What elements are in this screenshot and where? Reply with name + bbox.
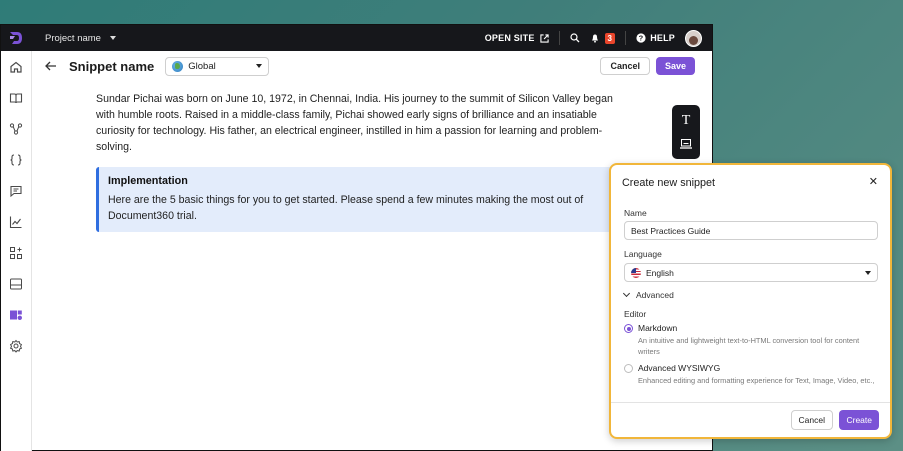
settings-icon[interactable] — [9, 339, 23, 353]
dialog-footer: Cancel Create — [611, 402, 890, 437]
help-label: HELP — [650, 33, 675, 43]
name-label: Name — [624, 208, 647, 218]
comment-icon[interactable] — [9, 184, 23, 198]
avatar[interactable] — [685, 29, 702, 47]
snippet-icon[interactable] — [9, 308, 23, 322]
radio-button[interactable] — [624, 364, 633, 373]
book-icon[interactable] — [9, 91, 23, 105]
scope-value: Global — [188, 60, 216, 72]
editor-header: Snippet name Global Cancel Save — [32, 51, 712, 81]
editor-option-wysiwyg[interactable]: Advanced WYSIWYG Enhanced editing and fo… — [624, 363, 886, 386]
save-button[interactable]: Save — [655, 57, 695, 75]
laptop-icon[interactable] — [679, 138, 693, 150]
editor-label: Editor — [624, 309, 647, 319]
globe-icon — [172, 60, 184, 72]
info-callout: Implementation Here are the 5 basic thin… — [96, 167, 642, 232]
search-icon[interactable] — [569, 33, 580, 43]
language-dropdown[interactable]: English — [624, 263, 878, 282]
bell-icon[interactable] — [590, 33, 600, 43]
open-site-link[interactable]: OPEN SITE — [485, 33, 549, 43]
svg-text:?: ? — [639, 34, 644, 43]
advanced-toggle[interactable]: Advanced — [622, 289, 674, 300]
page-title: Snippet name — [69, 58, 155, 74]
project-name: Project name — [45, 32, 101, 44]
snippet-content[interactable]: Sundar Pichai was born on June 10, 1972,… — [96, 91, 642, 232]
home-icon[interactable] — [9, 60, 23, 74]
create-button[interactable]: Create — [839, 410, 879, 430]
name-input[interactable]: Best Practices Guide — [624, 221, 878, 240]
sidebar — [1, 51, 32, 451]
option-description: Enhanced editing and formatting experien… — [638, 376, 875, 385]
close-icon[interactable]: ✕ — [869, 177, 878, 188]
divider — [625, 31, 627, 45]
option-title: Advanced WYSIWYG — [638, 363, 721, 373]
external-link-icon — [539, 33, 549, 43]
drive-icon[interactable] — [9, 277, 23, 291]
callout-title: Implementation — [108, 175, 188, 187]
project-selector[interactable]: Project name — [45, 33, 116, 44]
chevron-down-icon — [622, 289, 631, 298]
help-link[interactable]: ? HELP — [636, 33, 675, 43]
help-icon: ? — [636, 33, 646, 43]
back-arrow-icon[interactable] — [44, 59, 58, 73]
cancel-button[interactable]: Cancel — [600, 57, 650, 75]
notification-badge: 3 — [604, 32, 616, 44]
dialog-cancel-button[interactable]: Cancel — [790, 410, 833, 430]
advanced-label: Advanced — [636, 290, 674, 300]
top-bar: Project name OPEN SITE 3 ? HELP — [1, 25, 712, 51]
radio-button[interactable] — [624, 324, 633, 333]
analytics-icon[interactable] — [9, 215, 23, 229]
chevron-down-icon — [256, 64, 263, 68]
scope-dropdown[interactable]: Global — [165, 56, 270, 76]
us-flag-icon — [631, 267, 641, 278]
app-window: Project name OPEN SITE 3 ? HELP Snippet … — [0, 24, 713, 451]
language-value: English — [646, 267, 674, 278]
dialog-title: Create new snippet — [622, 177, 716, 189]
chevron-down-icon — [109, 36, 116, 40]
editor-option-markdown[interactable]: Markdown An intuitive and lightweight te… — [624, 323, 886, 357]
open-site-label: OPEN SITE — [484, 33, 535, 43]
workflow-icon[interactable] — [9, 122, 23, 136]
code-braces-icon[interactable] — [9, 153, 23, 167]
divider — [558, 31, 560, 45]
chevron-down-icon — [865, 270, 871, 275]
text-tool-icon[interactable]: T — [682, 114, 691, 128]
name-value: Best Practices Guide — [631, 225, 711, 236]
floating-toolbar: T — [672, 105, 700, 159]
document360-logo-icon[interactable] — [1, 25, 31, 51]
callout-text: Here are the 5 basic things for you to g… — [108, 194, 584, 222]
body-paragraph: Sundar Pichai was born on June 10, 1972,… — [96, 93, 613, 153]
apps-icon[interactable] — [9, 246, 23, 260]
option-title: Markdown — [638, 323, 678, 333]
option-description: An intuitive and lightweight text-to-HTM… — [638, 336, 860, 356]
create-snippet-dialog: Create new snippet ✕ Name Best Practices… — [609, 163, 892, 439]
language-label: Language — [624, 249, 662, 259]
